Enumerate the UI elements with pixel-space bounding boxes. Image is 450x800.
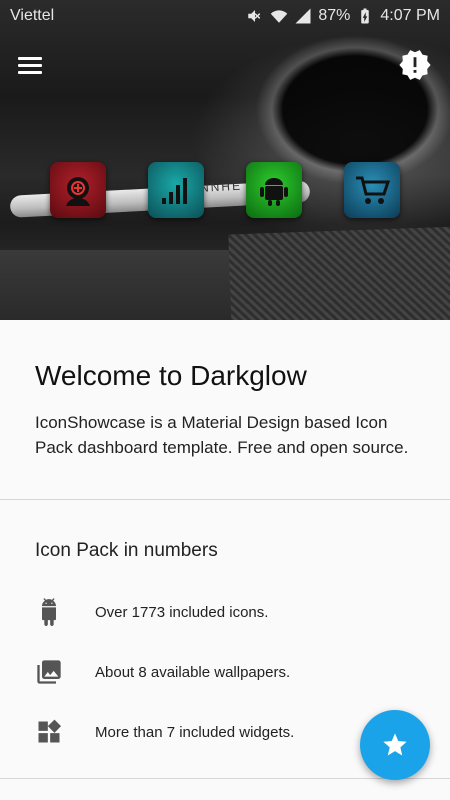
hamburger-icon-bar: [18, 70, 42, 74]
star-icon: [383, 733, 407, 756]
hamburger-icon-bar: [18, 56, 42, 60]
header-banner: ENNHE: [0, 0, 450, 320]
android-icon: [42, 598, 56, 626]
stat-row-icons: Over 1773 included icons.: [35, 592, 415, 632]
stat-text-icons: Over 1773 included icons.: [95, 603, 269, 621]
numbers-section-title: Icon Pack in numbers: [35, 540, 218, 561]
header-box-texture: [228, 225, 450, 320]
carrier-name: Viettel: [10, 7, 55, 24]
shopping-cart-icon[interactable]: [344, 162, 400, 218]
image-gallery-icon: [37, 660, 61, 684]
section-divider: [0, 499, 450, 500]
stat-row-widgets: More than 7 included widgets.: [35, 712, 415, 752]
alert-badge-icon: [399, 50, 431, 80]
widgets-icon: [38, 719, 62, 743]
rate-fab-button[interactable]: [360, 710, 430, 780]
cell-signal-icon: [295, 8, 311, 24]
stat-text-wallpapers: About 8 available wallpapers.: [95, 663, 291, 681]
hamburger-icon-bar: [18, 63, 42, 67]
status-icons: 87% 4:07 PM: [246, 7, 440, 25]
clock: 4:07 PM: [380, 7, 440, 24]
stat-row-wallpapers: About 8 available wallpapers.: [35, 652, 415, 692]
menu-button[interactable]: [18, 50, 52, 80]
camera-app-icon[interactable]: [50, 162, 106, 218]
battery-charging-icon: [361, 8, 370, 24]
mute-icon: [248, 10, 261, 22]
wifi-icon: [271, 10, 288, 23]
welcome-description: IconShowcase is a Material Design based …: [35, 413, 409, 457]
welcome-title: Welcome to Darkglow: [35, 360, 307, 391]
battery-percent: 87%: [318, 7, 351, 24]
changelog-alert-button[interactable]: [398, 48, 432, 82]
stat-text-widgets: More than 7 included widgets.: [95, 723, 295, 741]
bottom-divider: [0, 778, 450, 779]
signal-bars-icon[interactable]: [148, 162, 204, 218]
status-bar: Viettel 87% 4:07 PM: [0, 0, 450, 32]
android-robot-icon[interactable]: [246, 162, 302, 218]
